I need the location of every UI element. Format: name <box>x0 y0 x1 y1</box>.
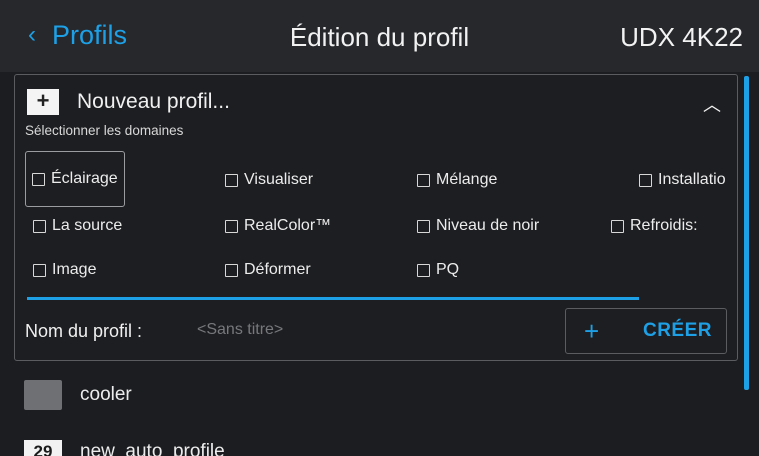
create-label: CRÉER <box>642 320 712 341</box>
checkbox-icon <box>225 219 238 233</box>
domain-label: RealColor™ <box>244 217 332 234</box>
checkbox-icon <box>225 263 238 277</box>
create-button[interactable]: + CRÉER <box>565 308 727 354</box>
back-button[interactable]: ‹ Profils <box>28 20 127 51</box>
domain-label: PQ <box>436 261 460 278</box>
domain-checkbox-deformer[interactable]: Déformer <box>225 261 311 279</box>
profile-row-new-auto-profile[interactable]: 29 new_auto_profile <box>24 440 225 456</box>
new-profile-panel: + Nouveau profil... ︿ Sélectionner les d… <box>14 74 738 361</box>
domain-checkbox-installation[interactable]: Installatio <box>639 171 725 189</box>
domain-label: Éclairage <box>51 170 118 187</box>
checkbox-icon <box>225 173 238 187</box>
domain-checkbox-melange[interactable]: Mélange <box>417 171 497 189</box>
domain-label: Déformer <box>244 261 311 278</box>
domain-checkbox-pq[interactable]: PQ <box>417 261 459 279</box>
checkbox-icon <box>417 173 430 187</box>
plus-icon: + <box>27 89 59 115</box>
checkbox-icon <box>33 263 46 277</box>
top-bar: ‹ Profils Édition du profil UDX 4K22 <box>0 0 759 72</box>
profile-name: cooler <box>80 384 132 405</box>
new-profile-header[interactable]: + Nouveau profil... <box>27 89 230 115</box>
profile-name-label: Nom du profil : <box>25 321 143 341</box>
domain-checkbox-realcolor[interactable]: RealColor™ <box>225 217 331 235</box>
profile-thumbnail <box>24 380 62 410</box>
profile-thumbnail: 29 <box>24 440 62 456</box>
back-label: Profils <box>52 20 128 50</box>
domain-checkbox-la-source[interactable]: La source <box>33 217 122 235</box>
scrollbar[interactable] <box>744 76 749 390</box>
chevron-up-icon[interactable]: ︿ <box>703 91 721 117</box>
checkbox-icon <box>417 263 430 277</box>
domain-checkbox-refroidissement[interactable]: Refroidis: <box>611 217 725 235</box>
profile-name: new_auto_profile <box>80 441 225 456</box>
checkbox-icon <box>611 219 624 233</box>
checkbox-icon <box>33 219 46 233</box>
plus-icon: + <box>584 315 600 346</box>
checkbox-icon <box>32 172 45 186</box>
device-name: UDX 4K22 <box>620 22 743 52</box>
checkbox-icon <box>639 173 652 187</box>
chevron-left-icon: ‹ <box>28 20 36 48</box>
checkbox-icon <box>417 219 430 233</box>
domain-label: Visualiser <box>244 171 314 188</box>
profile-name-input[interactable] <box>197 321 527 339</box>
domain-checkbox-image[interactable]: Image <box>33 261 96 279</box>
new-profile-label: Nouveau profil... <box>77 90 230 113</box>
domain-label: Mélange <box>436 171 498 188</box>
domain-label: Niveau de noir <box>436 217 540 234</box>
domain-checkbox-visualiser[interactable]: Visualiser <box>225 171 313 189</box>
domain-label: Image <box>52 261 97 278</box>
domains-label: Sélectionner les domaines <box>25 123 184 138</box>
panel-divider <box>27 297 639 300</box>
domain-checkbox-niveau-de-noir[interactable]: Niveau de noir <box>417 217 539 235</box>
domains-grid: Éclairage Visualiser Mélange Installatio… <box>25 151 725 291</box>
domain-checkbox-eclairage[interactable]: Éclairage <box>25 151 125 207</box>
domain-label: Refroidis: <box>630 217 698 234</box>
domain-label: La source <box>52 217 123 234</box>
domain-label: Installatio <box>658 171 725 188</box>
profile-row-cooler[interactable]: cooler <box>24 380 132 410</box>
